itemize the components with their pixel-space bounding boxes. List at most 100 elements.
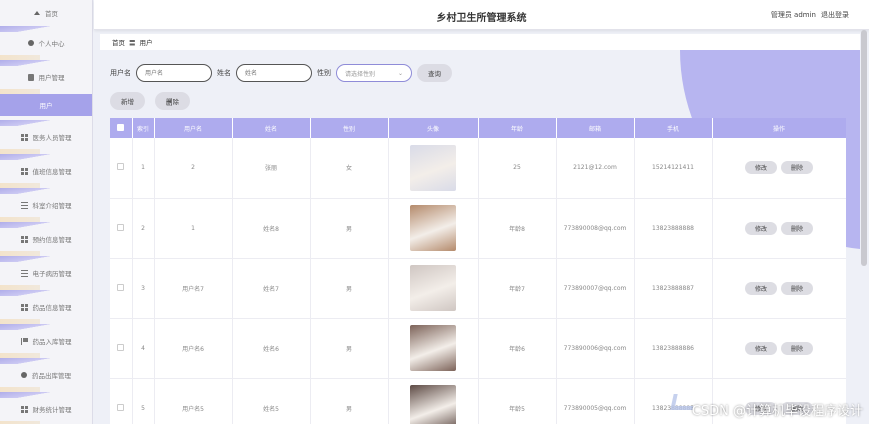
cell-name: 姓名6	[263, 345, 279, 353]
name-input[interactable]	[236, 64, 312, 82]
sidebar-item-medical-records[interactable]: 电子病历管理	[0, 256, 92, 290]
table-cell	[110, 258, 133, 319]
sidebar-item-duty[interactable]: 值班信息管理	[0, 154, 92, 188]
main-content: 首页 〓 用户 用户名 姓名 性别 请选择性别 ⌄ 查询 新增 删除 索引	[100, 34, 860, 424]
table-cell: 13823888888	[634, 198, 713, 259]
action-bar: 新增 删除	[110, 92, 190, 110]
logout-link[interactable]: 退出登录	[821, 10, 849, 20]
row-edit-button[interactable]: 修改	[744, 341, 777, 355]
table-cell: 姓名6	[232, 318, 311, 379]
cell-username: 1	[191, 224, 195, 232]
table-cell: 女	[310, 138, 389, 199]
sidebar-item-label: 预约信息管理	[32, 236, 72, 244]
table-cell: 4	[132, 318, 155, 379]
table-header-row: 索引 用户名 姓名 性别 头像 年龄 邮箱 手机 操作	[110, 118, 846, 138]
row-edit-button[interactable]: 修改	[744, 221, 777, 235]
cell-index: 4	[141, 344, 145, 352]
table-cell: 姓名5	[232, 378, 311, 424]
list-icon	[20, 201, 28, 209]
select-all-checkbox[interactable]	[117, 123, 125, 131]
sidebar-item-label: 科室介绍管理	[32, 202, 72, 210]
select-all-header[interactable]	[110, 118, 133, 138]
scrollbar[interactable]	[861, 30, 867, 266]
table-cell	[110, 198, 133, 259]
cell-index: 5	[141, 404, 145, 412]
row-checkbox[interactable]	[117, 403, 125, 411]
table-cell: 用户名6	[154, 318, 233, 379]
sidebar-item-appointments[interactable]: 预约信息管理	[0, 222, 92, 256]
table-cell: 773890005@qq.com	[556, 378, 635, 424]
column-header: 手机	[634, 118, 713, 138]
table-cell: 1	[154, 198, 233, 259]
user-icon	[27, 40, 34, 46]
table-cell: 男	[310, 258, 389, 319]
chevron-down-icon: ⌄	[397, 69, 403, 77]
table-cell: 5	[132, 378, 155, 424]
cell-index: 3	[141, 284, 145, 292]
sidebar-item-label: 医务人员管理	[32, 134, 72, 142]
gender-select[interactable]: 请选择性别 ⌄	[336, 64, 412, 82]
username-input[interactable]	[136, 64, 212, 82]
filter-bar: 用户名 姓名 性别 请选择性别 ⌄ 查询	[110, 64, 452, 82]
table-row: 3 用户名7 姓名7 男 年龄7 773890007@qq.com 13823888887 修…	[110, 258, 846, 319]
table-cell: 修改 删除	[712, 198, 846, 259]
sidebar-item-users[interactable]: 用户	[0, 94, 92, 116]
row-edit-button[interactable]: 修改	[744, 161, 777, 175]
table-cell: 年龄7	[478, 258, 557, 319]
avatar	[410, 205, 456, 251]
grid-icon	[20, 167, 28, 175]
column-header: 姓名	[232, 118, 311, 138]
sidebar-item-label: 财务统计管理	[32, 406, 72, 414]
cell-age: 年龄6	[509, 345, 525, 353]
sidebar-item-label: 药品信息管理	[32, 304, 72, 312]
row-checkbox[interactable]	[117, 223, 125, 231]
sidebar-item-profile[interactable]: 个人中心	[0, 26, 92, 60]
breadcrumb-home[interactable]: 首页	[112, 37, 125, 47]
sidebar-item-user-management[interactable]: 用户管理	[0, 60, 92, 94]
avatar	[410, 265, 456, 311]
cell-age: 年龄8	[509, 225, 525, 233]
cell-gender: 男	[345, 285, 352, 293]
row-delete-button[interactable]: 删除	[781, 161, 814, 175]
row-checkbox[interactable]	[117, 343, 125, 351]
cell-email: 773890008@qq.com	[563, 224, 627, 232]
sidebar-item-drug-inbound[interactable]: 药品入库管理	[0, 324, 92, 358]
sidebar-item-departments[interactable]: 科室介绍管理	[0, 188, 92, 222]
sidebar-item-medical-staff[interactable]: 医务人员管理	[0, 120, 92, 154]
table-cell	[110, 318, 133, 379]
flag-icon	[20, 337, 28, 345]
table-cell: 修改 删除	[712, 138, 846, 199]
cell-name: 姓名7	[263, 285, 279, 293]
cell-gender: 男	[345, 405, 352, 413]
sidebar-item-finance[interactable]: 财务统计管理	[0, 392, 92, 424]
table-cell: 15214121411	[634, 138, 713, 199]
table-cell: 13823888887	[634, 258, 713, 319]
cell-phone: 13823888886	[652, 344, 694, 352]
row-delete-button[interactable]: 删除	[781, 281, 814, 295]
cell-email: 2121@12.com	[573, 164, 617, 172]
row-delete-button[interactable]: 删除	[781, 341, 814, 355]
sidebar-item-drug-info[interactable]: 药品信息管理	[0, 290, 92, 324]
sidebar-item-home[interactable]: 首页	[0, 0, 92, 26]
table-cell: 2	[132, 198, 155, 259]
sidebar-item-drug-outbound[interactable]: 药品出库管理	[0, 358, 92, 392]
table-cell	[110, 138, 133, 199]
row-delete-button[interactable]: 删除	[781, 221, 814, 235]
table-cell	[388, 198, 479, 259]
table-cell	[388, 258, 479, 319]
add-button[interactable]: 新增	[110, 92, 145, 110]
table-cell: 773890007@qq.com	[556, 258, 635, 319]
cell-gender: 女	[345, 165, 352, 173]
cell-username: 2	[191, 164, 195, 172]
row-checkbox[interactable]	[117, 163, 125, 171]
table-cell: 773890006@qq.com	[556, 318, 635, 379]
row-checkbox[interactable]	[117, 283, 125, 291]
query-button[interactable]: 查询	[417, 64, 452, 82]
table-cell	[388, 138, 479, 199]
breadcrumb-separator: 〓	[129, 39, 136, 47]
table-cell	[110, 378, 133, 424]
row-edit-button[interactable]: 修改	[744, 281, 777, 295]
table-cell	[388, 378, 479, 424]
column-header: 操作	[712, 118, 846, 138]
sidebar-item-label: 用户	[39, 102, 53, 110]
